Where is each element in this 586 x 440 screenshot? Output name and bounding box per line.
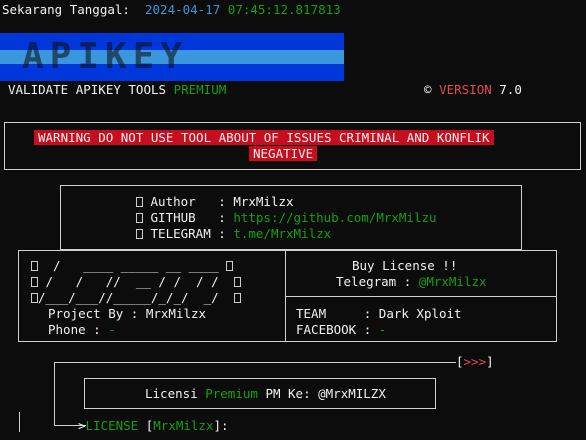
buy-telegram-value[interactable]: @MrxMilzx	[419, 274, 487, 289]
licensi-row: Licensi Premium PM Ke: @MrxMILZX	[145, 386, 386, 401]
bullet-icon	[136, 213, 143, 223]
bullet-icon	[136, 229, 143, 239]
team-row: TEAM : Dark Xploit	[296, 306, 462, 321]
arrow-glyphs: >>>	[463, 354, 487, 369]
premium-tag: PREMIUM	[173, 82, 227, 97]
warning-line-2: NEGATIVE	[249, 146, 318, 162]
arrow-indicator: [>>>]	[456, 354, 494, 369]
facebook-value: -	[378, 322, 387, 337]
licensi-tag: Premium	[205, 386, 258, 401]
author-value: MrxMilzx	[233, 194, 294, 209]
github-row: GITHUB : https://github.com/MrxMilzu	[136, 210, 437, 226]
prompt-label: LICENSE	[85, 418, 139, 433]
time-value: 07:45:12.817813	[227, 2, 341, 17]
connector-left	[54, 362, 55, 426]
bullet-icon	[136, 197, 143, 207]
cursor-bar	[19, 412, 20, 432]
tools-title: VALIDATE APIKEY TOOLS PREMIUM	[8, 82, 227, 97]
phone-value: -	[108, 322, 116, 337]
date-line: Sekarang Tanggal: 2024-04-17 07:45:12.81…	[2, 2, 341, 18]
apikey-banner: APIKEY	[0, 33, 344, 81]
phone-row: Phone : -	[48, 322, 116, 337]
telegram-link[interactable]: t.me/MrxMilzx	[233, 226, 331, 241]
warning-line-1: WARNING DO NOT USE TOOL ABOUT OF ISSUES …	[34, 130, 494, 146]
github-link[interactable]: https://github.com/MrxMilzu	[233, 210, 436, 225]
date-label: Sekarang Tanggal:	[2, 2, 130, 17]
team-value: Dark Xploit	[378, 306, 462, 321]
ascii-art-line-2: / / // __ / / / /	[31, 274, 241, 290]
version-label: VERSION	[439, 82, 492, 97]
author-row: Author : MrxMilzx	[136, 194, 294, 210]
ascii-art-line-3: /___/___//_____/_/_/ _/	[31, 290, 241, 306]
project-row: Project By : MrxMilzx	[48, 306, 207, 321]
facebook-row: FACEBOOK : -	[296, 322, 387, 337]
prompt-arrow-icon: >	[78, 418, 86, 433]
buy-telegram-row: Telegram : @MrxMilzx	[336, 274, 487, 289]
pm-value: @MrxMILZX	[318, 386, 386, 401]
telegram-row: TELEGRAM : t.me/MrxMilzx	[136, 226, 331, 242]
date-value: 2024-04-17	[145, 2, 221, 17]
buy-license-title: Buy License !!	[352, 258, 458, 273]
version-info: © VERSION 7.0	[424, 82, 522, 97]
version-number: 7.0	[499, 82, 522, 97]
ascii-art-line-1: / ____ _____ __ ____	[31, 258, 234, 274]
license-prompt[interactable]: >LICENSE [MrxMilzx]:	[78, 418, 229, 434]
banner-text: APIKEY	[22, 36, 189, 77]
project-value: MrxMilzx	[145, 306, 207, 321]
connector-top	[54, 362, 456, 363]
prompt-user: MrxMilzx	[153, 418, 214, 433]
